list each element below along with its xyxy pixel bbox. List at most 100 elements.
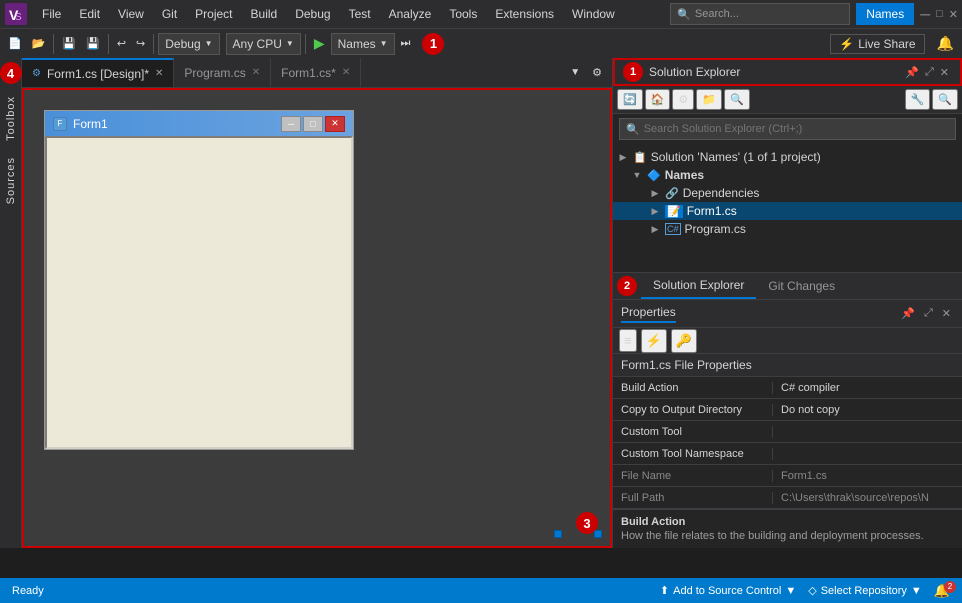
liveshare-label: Live Share	[858, 37, 915, 51]
sources-label[interactable]: Sources	[5, 149, 17, 212]
toolbar-row1: 📄 📂 💾 💾 ↩ ↪ Debug ▼ Any CPU ▼ ▶ Names ▼ …	[0, 28, 962, 58]
liveshare-button[interactable]: ⚡ Live Share	[830, 34, 924, 54]
platform-dropdown[interactable]: Any CPU ▼	[226, 33, 301, 55]
se-sync-btn[interactable]: 🔄	[617, 89, 643, 110]
open-file-btn[interactable]: 📂	[28, 35, 50, 52]
tab-program[interactable]: Program.cs ✕	[174, 58, 271, 87]
window-restore[interactable]: □	[936, 8, 943, 20]
tree-item-form1cs[interactable]: ▶ 📝 Form1.cs	[613, 202, 962, 220]
tab-dropdown-btn[interactable]: ▼	[566, 65, 584, 80]
menu-extensions[interactable]: Extensions	[487, 0, 562, 28]
tree-item-solution[interactable]: ▶ 📋 Solution 'Names' (1 of 1 project)	[613, 148, 962, 166]
tree-item-programcs[interactable]: ▶ C# Program.cs	[613, 220, 962, 238]
menu-file[interactable]: File	[34, 0, 69, 28]
window-close[interactable]: ✕	[949, 8, 958, 21]
tree-expand-solution[interactable]: ▶	[617, 152, 629, 163]
status-bar: Ready ⬆ Add to Source Control ▼ ◇ Select…	[0, 578, 962, 603]
new-project-btn[interactable]: 📄	[4, 35, 26, 52]
tree-expand-deps[interactable]: ▶	[649, 188, 661, 199]
form-minimize-btn[interactable]: ─	[281, 116, 301, 132]
props-close-btn[interactable]: ✕	[939, 305, 954, 322]
tab-close-program[interactable]: ✕	[252, 67, 260, 78]
se-home-btn[interactable]: 🏠	[645, 89, 671, 110]
run-project-dropdown[interactable]: Names ▼	[331, 33, 395, 55]
menu-window[interactable]: Window	[564, 0, 623, 28]
menu-debug[interactable]: Debug	[287, 0, 338, 28]
bottom-tab-se[interactable]: Solution Explorer	[641, 273, 756, 299]
prop-value-copy: Do not copy	[773, 404, 962, 416]
menu-build[interactable]: Build	[243, 0, 286, 28]
tree-expand-names[interactable]: ▼	[631, 170, 643, 180]
props-panel-header: Properties 📌 ⤢ ✕	[613, 300, 962, 328]
save-btn[interactable]: 💾	[58, 35, 80, 52]
redo-btn[interactable]: ↪	[132, 35, 149, 52]
props-pin-btn[interactable]: 📌	[898, 305, 918, 322]
props-events-btn[interactable]: 🔑	[671, 329, 697, 353]
run-btn[interactable]: ▶	[310, 33, 329, 54]
prop-name-filename: File Name	[613, 470, 773, 482]
se-pin-btn[interactable]: 📌	[902, 64, 922, 81]
toolbox-label[interactable]: Toolbox	[5, 88, 17, 149]
status-select-repo[interactable]: ◇ Select Repository ▼	[804, 584, 926, 597]
menu-git[interactable]: Git	[154, 0, 185, 28]
bottom-tabs: 2 Solution Explorer Git Changes	[613, 272, 962, 300]
tab-close-form1cs[interactable]: ✕	[342, 67, 350, 78]
source-arrow: ▼	[785, 585, 796, 597]
handle-corner[interactable]	[594, 530, 602, 538]
tab-form1-cs[interactable]: Form1.cs* ✕	[271, 58, 361, 87]
title-search-box[interactable]: 🔍 Search...	[670, 3, 850, 25]
se-filter-btn[interactable]: 🔍	[724, 89, 750, 110]
se-search[interactable]: 🔍	[619, 118, 956, 140]
names-button[interactable]: Names	[856, 3, 914, 25]
menu-analyze[interactable]: Analyze	[381, 0, 440, 28]
tree-expand-form1[interactable]: ▶	[649, 206, 661, 217]
tab-close-form1[interactable]: ✕	[155, 68, 163, 79]
prop-desc-label: Build Action	[621, 516, 954, 528]
form-title-label: Form1	[73, 117, 108, 131]
menu-tools[interactable]: Tools	[441, 0, 485, 28]
form-restore-btn[interactable]: □	[303, 116, 323, 132]
tab-icon-form1: ⚙	[32, 68, 41, 79]
props-maximize-btn[interactable]: ⤢	[921, 305, 936, 322]
tab-gear-btn[interactable]: ⚙	[588, 64, 606, 81]
form-close-btn[interactable]: ✕	[325, 116, 345, 132]
se-maximize-btn[interactable]: ⤢	[922, 64, 937, 81]
se-close-btn[interactable]: ✕	[937, 64, 952, 81]
status-notifications[interactable]: 🔔 2	[930, 583, 954, 599]
window-minimize[interactable]: ─	[920, 6, 930, 22]
se-show-files-btn[interactable]: 📁	[696, 89, 722, 110]
status-add-source[interactable]: ⬆ Add to Source Control ▼	[656, 584, 800, 597]
prop-name-copy: Copy to Output Directory	[613, 404, 773, 416]
undo-btn[interactable]: ↩	[113, 35, 130, 52]
props-alpha-btn[interactable]: ⚡	[641, 329, 667, 353]
prop-value-build-action: C# compiler	[773, 382, 962, 394]
save-all-btn[interactable]: 💾	[82, 35, 104, 52]
props-cat-btn[interactable]: ≡	[619, 329, 637, 352]
handle-bottom[interactable]	[554, 530, 562, 538]
se-settings-btn[interactable]: 🔧	[905, 89, 931, 110]
menu-edit[interactable]: Edit	[71, 0, 108, 28]
step-over-btn[interactable]: ⏭	[397, 35, 415, 52]
tree-item-names[interactable]: ▼ 🔷 Names	[613, 166, 962, 184]
tree-icon-program: C#	[665, 223, 681, 235]
tree-item-dependencies[interactable]: ▶ 🔗 Dependencies	[613, 184, 962, 202]
prop-row-custom-ns: Custom Tool Namespace	[613, 443, 962, 465]
menu-view[interactable]: View	[110, 0, 152, 28]
bottom-tab-git[interactable]: Git Changes	[756, 273, 847, 299]
menu-project[interactable]: Project	[187, 0, 240, 28]
se-search-input[interactable]	[644, 123, 949, 135]
tab-form1-design[interactable]: ⚙ Form1.cs [Design]* ✕	[22, 58, 174, 87]
debug-config-dropdown[interactable]: Debug ▼	[158, 33, 219, 55]
solution-tree: ▶ 📋 Solution 'Names' (1 of 1 project) ▼ …	[613, 144, 962, 272]
menu-bar: V S File Edit View Git Project Build Deb…	[0, 0, 962, 28]
platform-arrow: ▼	[286, 39, 294, 48]
form-titlebar: F Form1 ─ □ ✕	[45, 111, 353, 136]
design-canvas[interactable]: F Form1 ─ □ ✕ 3	[22, 88, 612, 548]
menu-test[interactable]: Test	[341, 0, 379, 28]
feedback-btn[interactable]: 🔔	[933, 33, 958, 54]
form-body[interactable]	[45, 136, 353, 449]
se-search-btn[interactable]: 🔍	[932, 89, 958, 110]
se-search-icon: 🔍	[626, 123, 640, 136]
tree-expand-program[interactable]: ▶	[649, 224, 661, 235]
se-props-btn[interactable]: ⚙	[672, 89, 694, 110]
